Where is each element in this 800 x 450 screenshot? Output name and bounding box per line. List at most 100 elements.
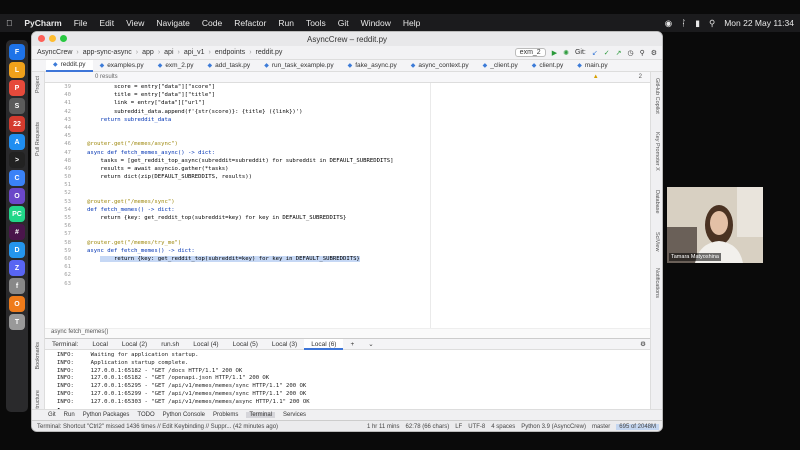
status-message[interactable]: Terminal: Shortcut "Ctrl2" missed 1436 t… [37,424,278,430]
line-number[interactable]: 55 [45,214,75,222]
terminal-icon[interactable]: > [9,152,25,168]
tool-problems[interactable]: Problems [213,412,238,418]
tool-python-console[interactable]: Python Console [163,412,205,418]
line-number[interactable]: 48 [45,157,75,165]
pycharm-icon[interactable]: PC [9,206,25,222]
code-line[interactable]: return {key: get_reddit_top(subreddit=ke… [87,214,607,222]
photos-icon[interactable]: P [9,80,25,96]
terminal-tab-local[interactable]: Local [85,341,115,348]
code-line[interactable]: title = entry["data"]["title"] [87,91,607,99]
pull-requests-tool-tab[interactable]: Pull Requests [35,122,41,156]
line-number[interactable]: 41 [45,99,75,107]
tab-add-task[interactable]: ◆ add_task.py [201,60,258,72]
breadcrumb-file[interactable]: reddit.py [256,49,283,56]
code-line[interactable] [87,189,607,197]
code-line[interactable] [87,181,607,189]
key-promoter-tool-tab[interactable]: Key Promoter X [654,132,660,171]
code-line[interactable]: link = entry["data"]["url"] [87,99,607,107]
line-number[interactable]: 54 [45,206,75,214]
menu-file[interactable]: File [74,18,88,28]
code-line[interactable]: return dict(zip(DEFAULT_SUBREDDITS, resu… [87,173,607,181]
terminal-tab-local-6[interactable]: Local (6) [304,338,344,350]
menu-window[interactable]: Window [361,18,391,28]
terminal-tab-local-3[interactable]: Local (3) [265,341,304,348]
line-separator[interactable]: LF [455,424,462,430]
app-icon[interactable]: O [9,296,25,312]
chrome-icon[interactable]: C [9,170,25,186]
code-area[interactable]: score = entry["data"]["score"] title = e… [87,83,607,271]
code-line[interactable]: return subreddit_data [87,116,607,124]
tab-fake-async[interactable]: ◆ fake_async.py [341,60,404,72]
line-number[interactable]: 39 [45,83,75,91]
menu-navigate[interactable]: Navigate [156,18,190,28]
line-number[interactable]: 46 [45,140,75,148]
menu-git[interactable]: Git [338,18,349,28]
line-number[interactable]: 58 [45,239,75,247]
tool-git[interactable]: Git [48,412,56,418]
line-number[interactable]: 59 [45,247,75,255]
breadcrumb-folder[interactable]: endpoints [215,49,245,56]
python-interpreter[interactable]: Python 3.9 (AsyncCrew) [521,424,586,430]
github-copilot-tool-tab[interactable]: GitHub Copilot [654,78,660,114]
line-number[interactable]: 56 [45,222,75,230]
line-number[interactable]: 50 [45,173,75,181]
minimize-button[interactable] [49,35,56,42]
tab-examples[interactable]: ◆ examples.py [93,60,151,72]
code-line[interactable] [87,230,607,238]
settings-icon[interactable]: S [9,98,25,114]
apple-icon[interactable]:  [6,18,12,28]
launchpad-icon[interactable]: L [9,62,25,78]
tab-async-context[interactable]: ◆ async_context.py [404,60,476,72]
code-line[interactable]: tasks = [get_reddit_top_async(subreddit=… [87,157,607,165]
breadcrumb-folder[interactable]: app [142,49,154,56]
inspection-count[interactable]: 2 [639,74,642,80]
line-number[interactable]: 62 [45,271,75,279]
battery-icon[interactable]: ▮ [695,18,700,29]
indent-setting[interactable]: 4 spaces [491,424,515,430]
breadcrumb-folder[interactable]: app-sync-async [83,49,132,56]
zoom-button[interactable] [60,35,67,42]
code-line[interactable]: results = await asyncio.gather(*tasks) [87,165,607,173]
menu-code[interactable]: Code [202,18,222,28]
line-number[interactable]: 52 [45,189,75,197]
docker-icon[interactable]: D [9,242,25,258]
terminal-tab-local-2[interactable]: Local (2) [115,341,154,348]
time-tracker[interactable]: 1 hr 11 mins [367,424,400,430]
code-line[interactable] [87,222,607,230]
breadcrumb-project[interactable]: AsyncCrew [37,49,72,56]
database-tool-tab[interactable]: Database [654,190,660,214]
code-line[interactable]: @router.get("/memes/try_me") [87,239,607,247]
line-number[interactable]: 51 [45,181,75,189]
line-number[interactable]: 43 [45,116,75,124]
git-push-icon[interactable]: ↗ [616,49,622,57]
new-terminal-tab-icon[interactable]: + [343,341,361,348]
line-number[interactable]: 45 [45,132,75,140]
search-everywhere-icon[interactable]: ⚲ [640,49,645,57]
finder-icon[interactable]: F [9,44,25,60]
code-line[interactable]: async def fetch_memes_async() -> dict: [87,149,607,157]
code-line[interactable]: @router.get("/memes/sync") [87,198,607,206]
menu-run[interactable]: Run [278,18,294,28]
tab-run-task-example[interactable]: ◆ run_task_example.py [257,60,340,72]
menu-refactor[interactable]: Refactor [234,18,266,28]
tab-reddit[interactable]: ◆ reddit.py [46,59,93,72]
line-number[interactable]: 49 [45,165,75,173]
history-icon[interactable]: ◷ [627,49,633,57]
code-breadcrumb[interactable]: async fetch_memes() [45,328,652,338]
breadcrumb-folder[interactable]: api_v1 [184,49,205,56]
code-line[interactable]: score = entry["data"]["score"] [87,83,607,91]
git-branch[interactable]: master [592,424,610,430]
run-config-select[interactable]: exm_2 [514,48,546,57]
code-line[interactable]: subreddit_data.append(f'{str(score)}: {t… [87,108,607,116]
line-number[interactable]: 53 [45,198,75,206]
app-menu[interactable]: PyCharm [24,18,61,28]
terminal-output[interactable]: INFO: Waiting for application startup. I… [45,350,652,414]
calendar-icon[interactable]: 22 [9,116,25,132]
line-number[interactable]: 42 [45,108,75,116]
memory-indicator[interactable]: 695 of 2048M [616,424,659,430]
code-line[interactable]: def fetch_memes() -> dict: [87,206,607,214]
terminal-tab-local-5[interactable]: Local (5) [226,341,265,348]
code-line[interactable]: async def fetch_memes() -> dict: [87,247,607,255]
terminal-tab-local-4[interactable]: Local (4) [186,341,225,348]
git-commit-icon[interactable]: ✓ [604,49,610,57]
